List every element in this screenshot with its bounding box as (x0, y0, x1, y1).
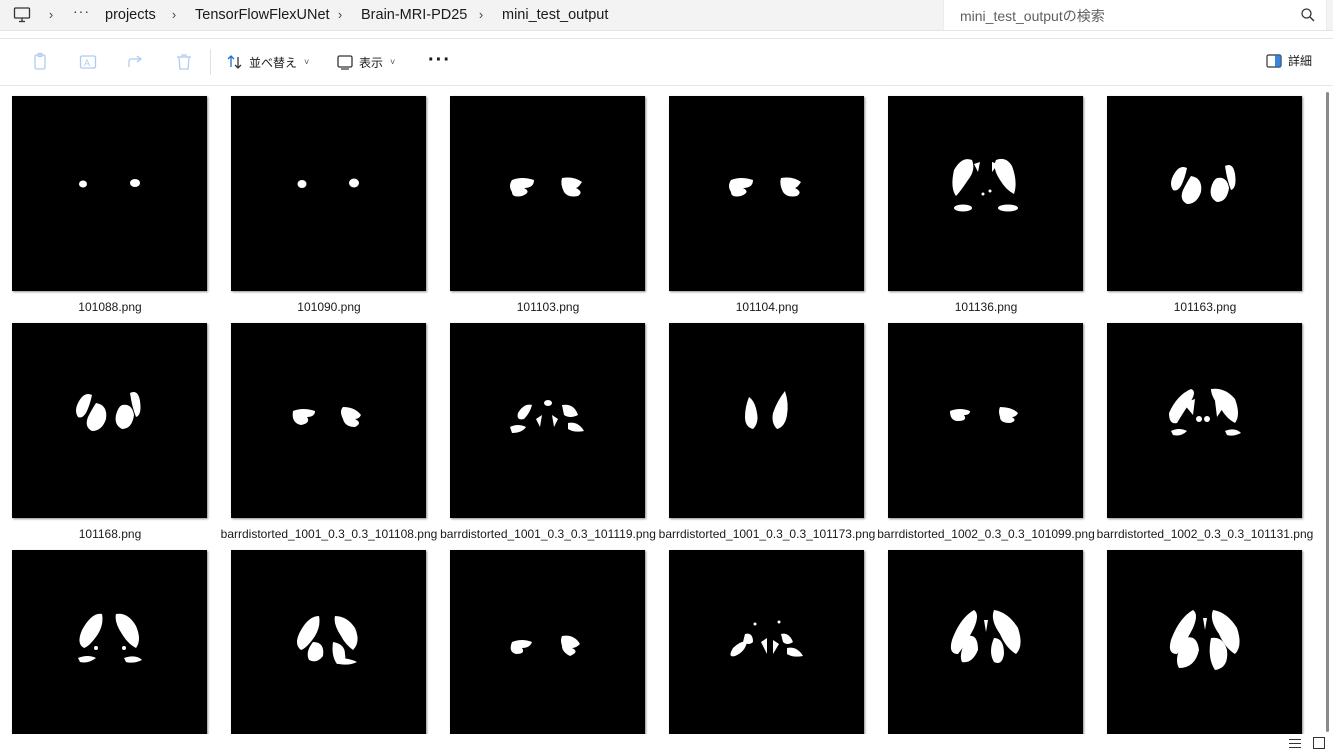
file-tile[interactable]: 101168.png (0, 311, 220, 541)
status-bar (0, 734, 1333, 753)
delete-icon[interactable] (174, 52, 194, 72)
details-label: 詳細 (1288, 54, 1313, 68)
image-thumbnail[interactable] (1107, 550, 1302, 734)
breadcrumb-item-projects[interactable]: projects (105, 6, 156, 24)
segmentation-mask-image (79, 179, 140, 188)
file-tile[interactable]: barrdistorted_1002_0.3_0.3_101099.png (876, 311, 1096, 541)
vertical-scrollbar[interactable] (1326, 92, 1329, 732)
image-thumbnail[interactable] (450, 550, 645, 734)
segmentation-mask-image (1169, 388, 1241, 436)
image-thumbnail[interactable] (12, 96, 207, 291)
file-tile[interactable]: 101088.png (0, 84, 220, 314)
search-input[interactable] (958, 5, 1282, 27)
segmentation-mask-image (510, 177, 582, 197)
view-button[interactable]: 表示 ˅ (336, 50, 395, 74)
chevron-down-icon: ˅ (304, 57, 310, 67)
file-tile[interactable]: 101104.png (657, 84, 877, 314)
image-thumbnail[interactable] (669, 550, 864, 734)
search-icon[interactable] (1300, 7, 1316, 23)
divider (210, 49, 211, 75)
segmentation-mask-image (950, 610, 1021, 663)
search-box (943, 0, 1327, 30)
file-tile[interactable] (438, 538, 658, 734)
file-grid: 101088.png 101090.png 101103.png 101104.… (0, 84, 1333, 734)
segmentation-mask-image (78, 613, 142, 663)
image-thumbnail[interactable] (12, 323, 207, 518)
file-tile[interactable]: barrdistorted_1001_0.3_0.3_101119.png (438, 311, 658, 541)
command-bar: A 並べ替え ˅ 表示 ˅ ··· 詳細 (0, 38, 1333, 86)
image-thumbnail[interactable] (12, 550, 207, 734)
sort-label: 並べ替え (249, 55, 298, 70)
image-thumbnail[interactable] (888, 323, 1083, 518)
segmentation-mask-image (729, 177, 801, 197)
segmentation-mask-image (950, 407, 1018, 423)
svg-text:A: A (84, 58, 90, 68)
file-tile[interactable] (0, 538, 220, 734)
breadcrumb-item-tensorflowflexunet[interactable]: TensorFlowFlexUNet (195, 6, 330, 24)
image-thumbnail[interactable] (888, 550, 1083, 734)
segmentation-mask-image (297, 178, 359, 188)
segmentation-mask-image (510, 400, 584, 433)
computer-icon[interactable] (13, 6, 31, 24)
segmentation-mask-image (292, 407, 361, 427)
segmentation-mask-image (745, 391, 788, 429)
address-bar: › ··· projects › TensorFlowFlexUNet › Br… (0, 0, 1333, 31)
details-pane-icon (1266, 53, 1282, 68)
image-thumbnail[interactable] (1107, 96, 1302, 291)
file-tile[interactable]: barrdistorted_1002_0.3_0.3_101131.png (1095, 311, 1315, 541)
file-tile[interactable]: 101136.png (876, 84, 1096, 314)
image-thumbnail[interactable] (231, 550, 426, 734)
chevron-down-icon: ˅ (390, 57, 396, 67)
file-tile[interactable] (1095, 538, 1315, 734)
details-button[interactable]: 詳細 (1266, 52, 1312, 69)
rename-icon[interactable]: A (78, 52, 98, 72)
sort-button[interactable]: 並べ替え ˅ (226, 50, 309, 74)
breadcrumb-item-brain-mri-pd25[interactable]: Brain-MRI-PD25 (361, 6, 467, 24)
chevron-right-icon[interactable]: › (46, 7, 56, 23)
image-thumbnail[interactable] (669, 323, 864, 518)
segmentation-mask-image (76, 392, 141, 431)
segmentation-mask-image (510, 635, 580, 656)
image-thumbnail[interactable] (669, 96, 864, 291)
large-icons-view-icon[interactable] (1313, 737, 1325, 749)
file-tile[interactable] (219, 538, 439, 734)
share-icon[interactable] (126, 52, 146, 72)
segmentation-mask-image (1169, 610, 1240, 670)
file-tile[interactable] (876, 538, 1096, 734)
chevron-right-icon[interactable]: › (169, 7, 179, 23)
image-thumbnail[interactable] (450, 96, 645, 291)
file-tile[interactable]: barrdistorted_1001_0.3_0.3_101173.png (657, 311, 877, 541)
chevron-right-icon[interactable]: › (476, 7, 486, 23)
image-thumbnail[interactable] (888, 96, 1083, 291)
image-thumbnail[interactable] (450, 323, 645, 518)
more-options-icon[interactable]: ··· (428, 50, 451, 70)
file-tile[interactable]: 101090.png (219, 84, 439, 314)
file-tile[interactable]: 101163.png (1095, 84, 1315, 314)
segmentation-mask-image (952, 158, 1018, 212)
details-view-icon[interactable] (1289, 738, 1301, 749)
image-thumbnail[interactable] (231, 96, 426, 291)
copy-icon[interactable] (30, 52, 50, 72)
segmentation-mask-image (297, 616, 358, 665)
file-tile[interactable] (657, 538, 877, 734)
chevron-right-icon[interactable]: › (335, 7, 345, 23)
sort-icon (227, 55, 242, 69)
segmentation-mask-image (1171, 165, 1236, 204)
view-icon (337, 55, 353, 70)
file-tile[interactable]: barrdistorted_1001_0.3_0.3_101108.png (219, 311, 439, 541)
file-tile[interactable]: 101103.png (438, 84, 658, 314)
image-thumbnail[interactable] (1107, 323, 1302, 518)
breadcrumb-overflow-icon[interactable]: ··· (73, 3, 90, 19)
breadcrumb-item-mini-test-output[interactable]: mini_test_output (502, 6, 608, 24)
segmentation-mask-image (730, 620, 803, 657)
image-thumbnail[interactable] (231, 323, 426, 518)
view-label: 表示 (359, 55, 384, 70)
